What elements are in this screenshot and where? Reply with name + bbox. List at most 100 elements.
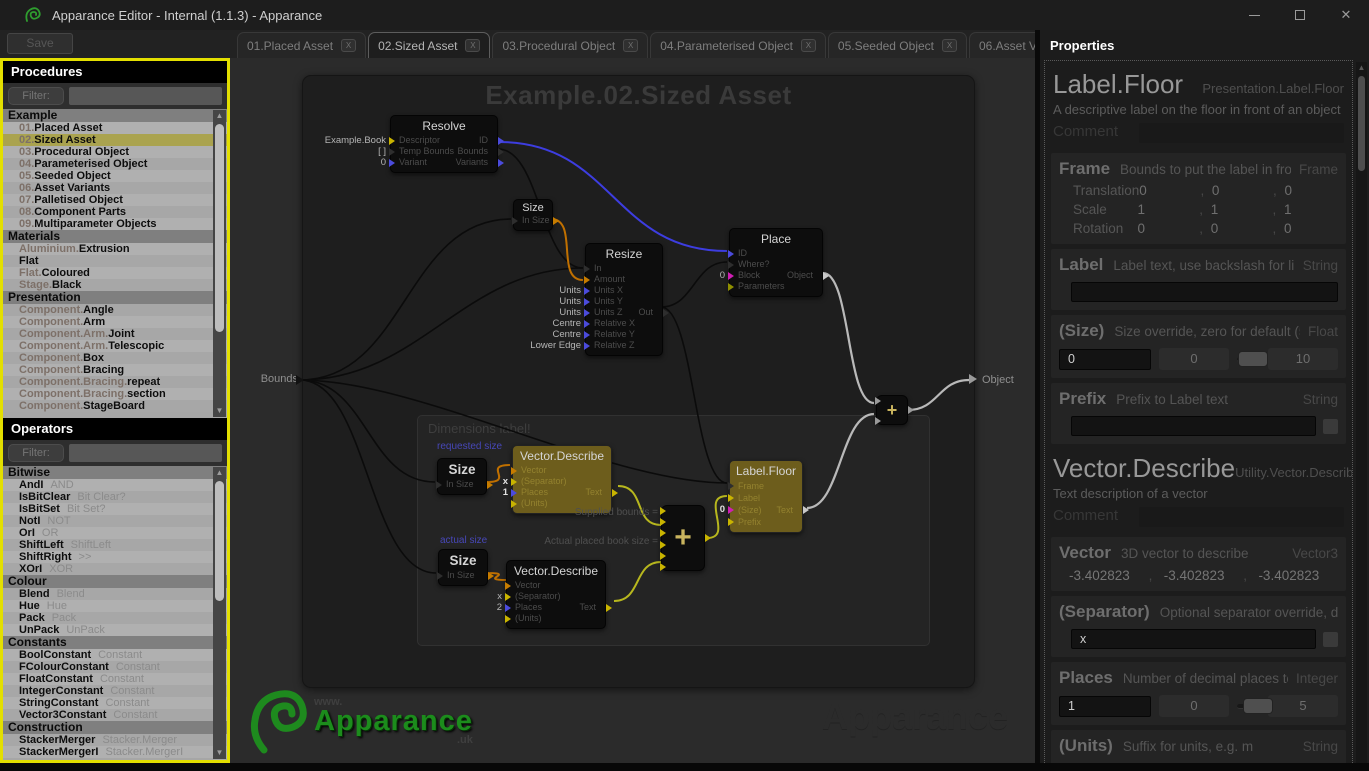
- input-pin[interactable]: [660, 518, 666, 526]
- operators-scroll-thumb[interactable]: [215, 481, 224, 601]
- operator-item[interactable]: StackerMergerStacker.Merger: [3, 734, 227, 746]
- slider-thumb[interactable]: [1243, 698, 1273, 714]
- input-pin[interactable]: [511, 500, 517, 508]
- scroll-down-icon[interactable]: ▼: [213, 747, 226, 759]
- tab-close-icon[interactable]: X: [623, 39, 638, 52]
- operator-item[interactable]: IsBitSetBit Set?: [3, 503, 227, 515]
- input-pin[interactable]: [660, 541, 666, 549]
- node-vector-describe-2[interactable]: Vector.DescribeVector(Separator)xPlaces2…: [506, 560, 606, 629]
- bounds-pin-icon[interactable]: [296, 375, 304, 387]
- input-pin[interactable]: [728, 250, 734, 258]
- input-pin[interactable]: [505, 593, 511, 601]
- operator-item[interactable]: BlendBlend: [3, 588, 227, 600]
- input-pin[interactable]: [584, 287, 590, 295]
- input-pin[interactable]: [660, 529, 666, 537]
- procedure-item[interactable]: Aluminium.Extrusion: [3, 243, 227, 255]
- prefix-input[interactable]: [1071, 416, 1316, 436]
- canvas-output-object[interactable]: Object: [982, 374, 1014, 386]
- input-pin[interactable]: [660, 552, 666, 560]
- operator-item[interactable]: FloatConstantConstant: [3, 673, 227, 685]
- scroll-up-icon[interactable]: ▲: [1356, 62, 1367, 74]
- output-pin[interactable]: [488, 572, 494, 580]
- operator-item[interactable]: StringConstantConstant: [3, 697, 227, 709]
- operators-filter-input[interactable]: [69, 444, 222, 462]
- places-value-input[interactable]: [1059, 696, 1151, 717]
- vector-value[interactable]: -3.402823: [1258, 568, 1338, 583]
- procedures-scrollbar[interactable]: ▲ ▼: [213, 110, 226, 417]
- procedure-item[interactable]: Flat.Coloured: [3, 267, 227, 279]
- operator-item[interactable]: ShiftRight>>: [3, 551, 227, 563]
- operator-item[interactable]: IntegerConstantConstant: [3, 685, 227, 697]
- procedure-item[interactable]: Component.Box: [3, 352, 227, 364]
- frame-value[interactable]: 0: [1284, 183, 1338, 198]
- node-label-floor[interactable]: Label.FloorFrameLabel(Size)0TextPrefix: [729, 460, 803, 533]
- input-pin[interactable]: [511, 489, 517, 497]
- frame-value[interactable]: 0: [1212, 183, 1266, 198]
- graph-canvas[interactable]: Example.02.Sized Asset Bounds Object Dim…: [230, 58, 1035, 771]
- -size--slider[interactable]: [1237, 351, 1260, 367]
- tab-close-icon[interactable]: X: [942, 39, 957, 52]
- frame-value[interactable]: 0: [1211, 221, 1265, 236]
- node-size-3[interactable]: SizeIn Size: [438, 549, 488, 586]
- output-pin[interactable]: [498, 148, 504, 156]
- procedure-item[interactable]: Flat: [3, 255, 227, 267]
- input-pin[interactable]: [584, 265, 590, 273]
- procedure-item[interactable]: Component.Arm: [3, 316, 227, 328]
- vector-value[interactable]: -3.402823: [1164, 568, 1244, 583]
- properties-scrollbar[interactable]: ▲: [1356, 62, 1367, 765]
- input-pin[interactable]: [728, 494, 734, 502]
- close-button[interactable]: ✕: [1323, 0, 1369, 30]
- tab-02-sized-asset[interactable]: 02.Sized AssetX: [368, 32, 490, 58]
- input-pin[interactable]: [728, 482, 734, 490]
- operator-item[interactable]: OrIOR: [3, 527, 227, 539]
- procedure-item[interactable]: Component.Bracing.repeat: [3, 376, 227, 388]
- procedure-item[interactable]: 05.Seeded Object: [3, 170, 227, 182]
- operator-item[interactable]: HueHue: [3, 600, 227, 612]
- input-pin[interactable]: [505, 582, 511, 590]
- operator-item[interactable]: ShiftLeftShiftLeft: [3, 539, 227, 551]
- scroll-up-icon[interactable]: ▲: [213, 110, 226, 122]
- input-pin[interactable]: [875, 397, 881, 405]
- procedures-filter-button[interactable]: Filter:: [8, 87, 64, 105]
- vector-value[interactable]: -3.402823: [1069, 568, 1149, 583]
- output-pin[interactable]: [498, 137, 504, 145]
- input-pin[interactable]: [584, 298, 590, 306]
- frame-value[interactable]: 1: [1138, 202, 1192, 217]
- input-pin[interactable]: [505, 615, 511, 623]
- node-size-2[interactable]: SizeIn Size: [437, 458, 487, 495]
- output-pin[interactable]: [823, 272, 829, 280]
- procedure-item[interactable]: 06.Asset Variants: [3, 182, 227, 194]
- procedure-item[interactable]: Component.StageBoard: [3, 400, 227, 412]
- canvas-input-bounds[interactable]: Bounds: [250, 373, 298, 385]
- output-pin[interactable]: [663, 309, 669, 317]
- slider-thumb[interactable]: [1238, 351, 1268, 367]
- node-add-objects[interactable]: +: [876, 395, 908, 425]
- output-pin[interactable]: [908, 406, 914, 414]
- -separator--input[interactable]: [1071, 629, 1316, 649]
- procedure-item[interactable]: Component.Arm.Joint: [3, 328, 227, 340]
- node-vector-describe-1[interactable]: Vector.DescribeVector(Separator)xPlaces1…: [512, 445, 612, 514]
- save-button[interactable]: Save: [7, 33, 73, 54]
- comment-field[interactable]: [1139, 507, 1344, 527]
- input-pin[interactable]: [512, 217, 518, 225]
- scroll-down-icon[interactable]: ▼: [213, 405, 226, 417]
- procedure-item[interactable]: 08.Component Parts: [3, 206, 227, 218]
- operators-scrollbar[interactable]: ▲ ▼: [213, 467, 226, 759]
- override-checkbox[interactable]: [1323, 419, 1338, 434]
- maximize-button[interactable]: [1277, 0, 1323, 30]
- node-resolve[interactable]: ResolveDescriptorExample.BookIDTemp Boun…: [390, 115, 498, 173]
- input-pin[interactable]: [437, 572, 443, 580]
- input-pin[interactable]: [389, 148, 395, 156]
- node-add-text[interactable]: +: [661, 505, 705, 571]
- procedure-item[interactable]: 04.Parameterised Object: [3, 158, 227, 170]
- frame-value[interactable]: 0: [1139, 183, 1193, 198]
- procedure-item[interactable]: Component.Bracing: [3, 364, 227, 376]
- input-pin[interactable]: [389, 137, 395, 145]
- input-pin[interactable]: [875, 417, 881, 425]
- input-pin[interactable]: [511, 478, 517, 486]
- input-pin[interactable]: [728, 261, 734, 269]
- scroll-up-icon[interactable]: ▲: [213, 467, 226, 479]
- node-size-1[interactable]: SizeIn Size: [513, 199, 553, 231]
- output-pin[interactable]: [705, 534, 711, 542]
- procedure-item[interactable]: 02.Sized Asset: [3, 134, 227, 146]
